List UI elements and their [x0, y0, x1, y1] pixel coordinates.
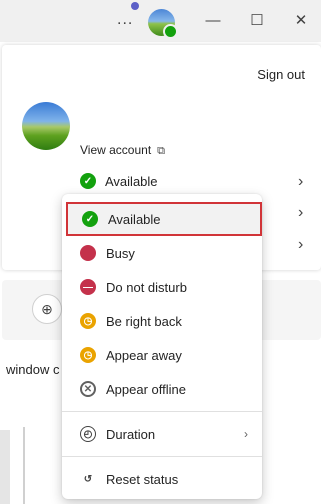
status-option-be-right-back[interactable]: ◷ Be right back — [62, 304, 262, 338]
chevron-right-icon[interactable]: › — [298, 173, 303, 191]
available-icon: ✓ — [82, 211, 98, 227]
appear-away-icon: ◷ — [80, 347, 96, 363]
available-status-badge — [163, 24, 178, 39]
notification-dot — [131, 2, 139, 10]
background-panel — [0, 427, 25, 504]
available-icon: ✓ — [80, 173, 96, 189]
menu-divider — [62, 411, 262, 412]
minimize-button[interactable]: — — [200, 8, 226, 34]
status-option-do-not-disturb[interactable]: — Do not disturb — [62, 270, 262, 304]
status-option-label: Busy — [106, 245, 135, 261]
current-status-row[interactable]: ✓ Available — [80, 173, 158, 189]
view-account-link[interactable]: View account ⧉ — [80, 143, 165, 158]
status-option-label: Be right back — [106, 313, 182, 329]
status-option-appear-offline[interactable]: ✕ Appear offline — [62, 372, 262, 406]
be-right-back-icon: ◷ — [80, 313, 96, 329]
reset-status-option[interactable]: ↺ Reset status — [62, 462, 262, 496]
title-bar: ... — ☐ ✕ — [0, 0, 321, 42]
status-option-label: Do not disturb — [106, 279, 187, 295]
close-button[interactable]: ✕ — [288, 8, 314, 34]
profile-avatar-button[interactable] — [148, 9, 178, 39]
menu-divider — [62, 456, 262, 457]
view-account-label: View account — [80, 143, 152, 157]
chevron-right-icon: › — [244, 427, 248, 441]
status-option-busy[interactable]: Busy — [62, 236, 262, 270]
status-option-appear-away[interactable]: ◷ Appear away — [62, 338, 262, 372]
status-menu: ✓ Available Busy — Do not disturb ◷ Be r… — [62, 194, 262, 499]
status-option-label: Appear away — [106, 347, 182, 363]
sign-out-link[interactable]: Sign out — [257, 67, 305, 82]
account-avatar — [22, 102, 70, 150]
appear-offline-icon: ✕ — [80, 381, 96, 397]
current-status-label: Available — [105, 173, 158, 189]
reset-icon: ↺ — [83, 473, 93, 485]
maximize-button[interactable]: ☐ — [244, 8, 270, 34]
duration-label: Duration — [106, 426, 156, 442]
clock-icon: ◴ — [80, 426, 96, 442]
busy-icon — [80, 245, 96, 261]
do-not-disturb-icon: — — [80, 279, 96, 295]
status-option-label: Appear offline — [106, 381, 186, 397]
chevron-right-icon[interactable]: › — [298, 236, 303, 254]
chevron-right-icon[interactable]: › — [298, 204, 303, 222]
external-link-icon: ⧉ — [157, 145, 166, 157]
status-option-label: Available — [108, 211, 161, 227]
status-option-available[interactable]: ✓ Available — [66, 202, 262, 236]
background-text: window c — [6, 362, 60, 377]
duration-option[interactable]: ◴ Duration › — [62, 417, 262, 451]
more-options-button[interactable]: ... — [117, 11, 133, 29]
add-account-icon[interactable]: ⊕ — [32, 294, 62, 324]
reset-status-label: Reset status — [106, 471, 179, 487]
